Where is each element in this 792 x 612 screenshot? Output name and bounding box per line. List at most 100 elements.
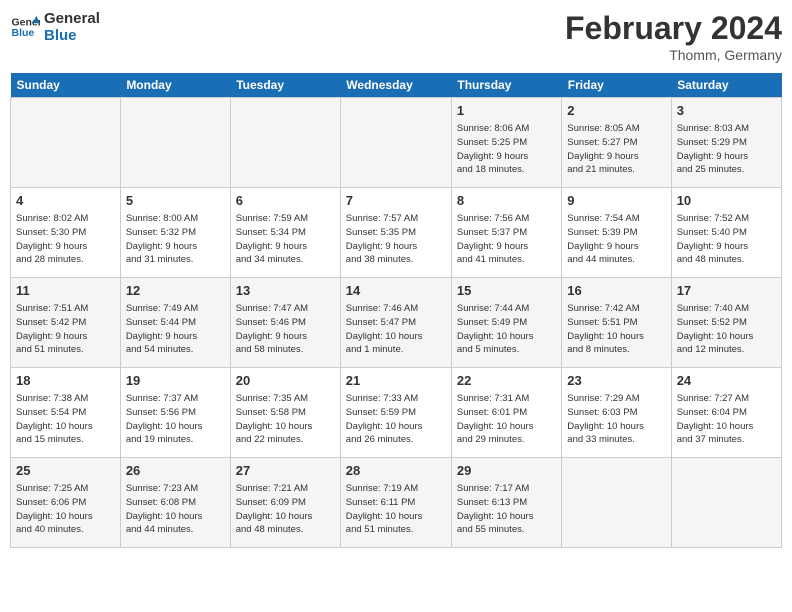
day-info: Sunrise: 7:25 AM Sunset: 6:06 PM Dayligh… xyxy=(16,482,115,537)
calendar-cell: 11 Sunrise: 7:51 AM Sunset: 5:42 PM Dayli… xyxy=(11,278,121,368)
svg-text:Blue: Blue xyxy=(12,27,35,39)
day-number: 7 xyxy=(346,192,446,210)
day-info: Sunrise: 7:19 AM Sunset: 6:11 PM Dayligh… xyxy=(346,482,446,537)
logo: General Blue General Blue xyxy=(10,10,100,44)
day-number: 3 xyxy=(677,102,776,120)
calendar-cell: 3 Sunrise: 8:03 AM Sunset: 5:29 PM Daylig… xyxy=(671,98,781,188)
calendar-cell: 21 Sunrise: 7:33 AM Sunset: 5:59 PM Dayli… xyxy=(340,368,451,458)
day-number: 6 xyxy=(236,192,335,210)
calendar-cell: 26 Sunrise: 7:23 AM Sunset: 6:08 PM Dayli… xyxy=(120,458,230,548)
day-header-sunday: Sunday xyxy=(11,73,121,98)
calendar-cell: 14 Sunrise: 7:46 AM Sunset: 5:47 PM Dayli… xyxy=(340,278,451,368)
day-number: 23 xyxy=(567,372,665,390)
calendar-week-row: 4Sunrise: 8:02 AM Sunset: 5:30 PM Daylig… xyxy=(11,188,782,278)
calendar-cell: 6 Sunrise: 7:59 AM Sunset: 5:34 PM Daylig… xyxy=(230,188,340,278)
day-header-friday: Friday xyxy=(562,73,671,98)
day-info: Sunrise: 7:51 AM Sunset: 5:42 PM Dayligh… xyxy=(16,302,115,357)
calendar-cell: 18 Sunrise: 7:38 AM Sunset: 5:54 PM Dayli… xyxy=(11,368,121,458)
calendar-week-row: 1 Sunrise: 8:06 AM Sunset: 5:25 PM Daylig… xyxy=(11,98,782,188)
calendar-header-row: SundayMondayTuesdayWednesdayThursdayFrid… xyxy=(11,73,782,98)
day-info: Sunrise: 8:03 AM Sunset: 5:29 PM Dayligh… xyxy=(677,122,776,177)
day-number: 27 xyxy=(236,462,335,480)
day-info: Sunrise: 7:21 AM Sunset: 6:09 PM Dayligh… xyxy=(236,482,335,537)
day-info: Sunrise: 8:06 AM Sunset: 5:25 PM Dayligh… xyxy=(457,122,556,177)
calendar-cell: 19Sunrise: 7:37 AM Sunset: 5:56 PM Dayli… xyxy=(120,368,230,458)
calendar-cell: 23 Sunrise: 7:29 AM Sunset: 6:03 PM Dayli… xyxy=(562,368,671,458)
calendar-week-row: 18 Sunrise: 7:38 AM Sunset: 5:54 PM Dayli… xyxy=(11,368,782,458)
day-info: Sunrise: 7:37 AM Sunset: 5:56 PM Dayligh… xyxy=(126,392,225,447)
day-number: 17 xyxy=(677,282,776,300)
day-info: Sunrise: 7:23 AM Sunset: 6:08 PM Dayligh… xyxy=(126,482,225,537)
day-number: 14 xyxy=(346,282,446,300)
calendar-cell: 20Sunrise: 7:35 AM Sunset: 5:58 PM Dayli… xyxy=(230,368,340,458)
day-info: Sunrise: 7:44 AM Sunset: 5:49 PM Dayligh… xyxy=(457,302,556,357)
location-subtitle: Thomm, Germany xyxy=(565,47,782,63)
day-info: Sunrise: 7:42 AM Sunset: 5:51 PM Dayligh… xyxy=(567,302,665,357)
calendar-cell: 4Sunrise: 8:02 AM Sunset: 5:30 PM Daylig… xyxy=(11,188,121,278)
day-number: 9 xyxy=(567,192,665,210)
day-number: 5 xyxy=(126,192,225,210)
day-info: Sunrise: 7:35 AM Sunset: 5:58 PM Dayligh… xyxy=(236,392,335,447)
title-area: February 2024 Thomm, Germany xyxy=(565,10,782,63)
day-number: 26 xyxy=(126,462,225,480)
day-header-wednesday: Wednesday xyxy=(340,73,451,98)
day-number: 18 xyxy=(16,372,115,390)
day-info: Sunrise: 7:56 AM Sunset: 5:37 PM Dayligh… xyxy=(457,212,556,267)
day-info: Sunrise: 7:47 AM Sunset: 5:46 PM Dayligh… xyxy=(236,302,335,357)
calendar-cell: 10 Sunrise: 7:52 AM Sunset: 5:40 PM Dayli… xyxy=(671,188,781,278)
day-info: Sunrise: 7:27 AM Sunset: 6:04 PM Dayligh… xyxy=(677,392,776,447)
calendar-cell: 25 Sunrise: 7:25 AM Sunset: 6:06 PM Dayli… xyxy=(11,458,121,548)
day-number: 16 xyxy=(567,282,665,300)
day-number: 1 xyxy=(457,102,556,120)
day-info: Sunrise: 7:59 AM Sunset: 5:34 PM Dayligh… xyxy=(236,212,335,267)
day-number: 13 xyxy=(236,282,335,300)
day-info: Sunrise: 7:57 AM Sunset: 5:35 PM Dayligh… xyxy=(346,212,446,267)
month-title: February 2024 xyxy=(565,10,782,47)
day-number: 21 xyxy=(346,372,446,390)
day-number: 12 xyxy=(126,282,225,300)
day-number: 11 xyxy=(16,282,115,300)
calendar-cell: 28 Sunrise: 7:19 AM Sunset: 6:11 PM Dayli… xyxy=(340,458,451,548)
day-info: Sunrise: 7:49 AM Sunset: 5:44 PM Dayligh… xyxy=(126,302,225,357)
day-info: Sunrise: 7:46 AM Sunset: 5:47 PM Dayligh… xyxy=(346,302,446,357)
logo-icon: General Blue xyxy=(10,12,40,42)
day-info: Sunrise: 7:29 AM Sunset: 6:03 PM Dayligh… xyxy=(567,392,665,447)
calendar-cell: 12 Sunrise: 7:49 AM Sunset: 5:44 PM Dayli… xyxy=(120,278,230,368)
calendar-cell: 16 Sunrise: 7:42 AM Sunset: 5:51 PM Dayli… xyxy=(562,278,671,368)
calendar-cell: 17 Sunrise: 7:40 AM Sunset: 5:52 PM Dayli… xyxy=(671,278,781,368)
day-info: Sunrise: 7:52 AM Sunset: 5:40 PM Dayligh… xyxy=(677,212,776,267)
calendar-week-row: 25 Sunrise: 7:25 AM Sunset: 6:06 PM Dayli… xyxy=(11,458,782,548)
calendar-cell xyxy=(671,458,781,548)
logo-line2: Blue xyxy=(44,27,100,44)
day-info: Sunrise: 7:33 AM Sunset: 5:59 PM Dayligh… xyxy=(346,392,446,447)
day-number: 24 xyxy=(677,372,776,390)
day-number: 10 xyxy=(677,192,776,210)
calendar-cell: 15Sunrise: 7:44 AM Sunset: 5:49 PM Dayli… xyxy=(451,278,561,368)
day-number: 8 xyxy=(457,192,556,210)
day-info: Sunrise: 7:40 AM Sunset: 5:52 PM Dayligh… xyxy=(677,302,776,357)
day-header-tuesday: Tuesday xyxy=(230,73,340,98)
calendar-table: SundayMondayTuesdayWednesdayThursdayFrid… xyxy=(10,73,782,548)
calendar-cell xyxy=(340,98,451,188)
calendar-cell: 1 Sunrise: 8:06 AM Sunset: 5:25 PM Daylig… xyxy=(451,98,561,188)
calendar-cell xyxy=(562,458,671,548)
day-number: 28 xyxy=(346,462,446,480)
calendar-week-row: 11 Sunrise: 7:51 AM Sunset: 5:42 PM Dayli… xyxy=(11,278,782,368)
page-header: General Blue General Blue February 2024 … xyxy=(10,10,782,63)
calendar-cell: 24 Sunrise: 7:27 AM Sunset: 6:04 PM Dayli… xyxy=(671,368,781,458)
day-number: 2 xyxy=(567,102,665,120)
day-info: Sunrise: 8:00 AM Sunset: 5:32 PM Dayligh… xyxy=(126,212,225,267)
day-header-thursday: Thursday xyxy=(451,73,561,98)
calendar-cell: 29Sunrise: 7:17 AM Sunset: 6:13 PM Dayli… xyxy=(451,458,561,548)
logo-line1: General xyxy=(44,10,100,27)
day-number: 25 xyxy=(16,462,115,480)
day-header-monday: Monday xyxy=(120,73,230,98)
calendar-cell xyxy=(120,98,230,188)
calendar-cell: 7 Sunrise: 7:57 AM Sunset: 5:35 PM Daylig… xyxy=(340,188,451,278)
calendar-cell: 2 Sunrise: 8:05 AM Sunset: 5:27 PM Daylig… xyxy=(562,98,671,188)
calendar-cell xyxy=(230,98,340,188)
calendar-cell: 13 Sunrise: 7:47 AM Sunset: 5:46 PM Dayli… xyxy=(230,278,340,368)
day-info: Sunrise: 8:05 AM Sunset: 5:27 PM Dayligh… xyxy=(567,122,665,177)
day-info: Sunrise: 7:38 AM Sunset: 5:54 PM Dayligh… xyxy=(16,392,115,447)
day-info: Sunrise: 7:31 AM Sunset: 6:01 PM Dayligh… xyxy=(457,392,556,447)
